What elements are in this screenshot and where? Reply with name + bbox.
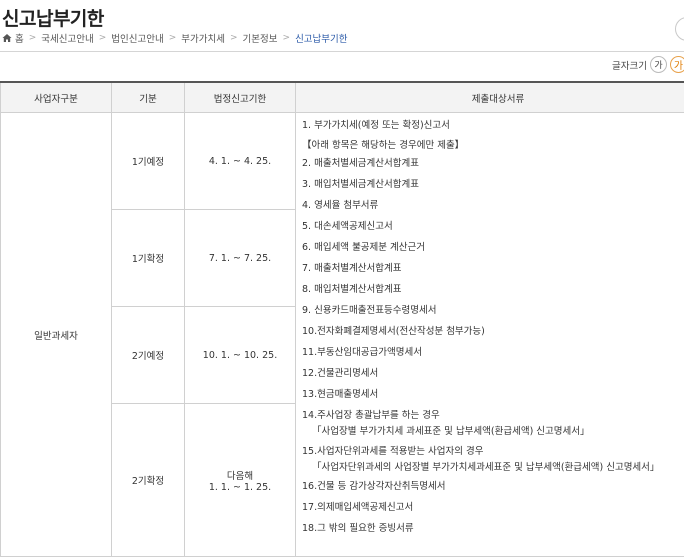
breadcrumb-separator-icon: > <box>29 33 37 43</box>
header-business-type: 사업자구분 <box>1 82 112 113</box>
doc-subitem: 「사업장별 부가가치세 과세표준 및 납부세액(환급세액) 신고명세서」 <box>302 424 684 440</box>
doc-item: 14.주사업장 총괄납부를 하는 경우 <box>302 408 684 424</box>
breadcrumb-item-vat[interactable]: 부가가치세 <box>181 31 225 45</box>
deadline-next-year: 다음해 <box>186 468 294 482</box>
doc-item: 7. 매출처별계산서합계표 <box>302 258 684 279</box>
doc-item: 10.전자화폐결제명세서(전산작성분 첨부가능) <box>302 321 684 342</box>
header-documents: 제출대상서류 <box>296 82 684 113</box>
cell-deadline: 4. 1. ~ 4. 25. <box>185 113 296 210</box>
home-icon[interactable] <box>2 33 12 43</box>
doc-item: 9. 신용카드매출전표등수령명세서 <box>302 300 684 321</box>
doc-item: 17.의제매입세액공제신고서 <box>302 497 684 518</box>
breadcrumb-item-corporate-guide[interactable]: 법인신고안내 <box>111 31 163 45</box>
breadcrumb-current: 신고납부기한 <box>295 31 347 45</box>
header-deadline: 법정신고기한 <box>185 82 296 113</box>
cell-period: 1기예정 <box>112 113 185 210</box>
side-circle-button[interactable] <box>675 17 684 41</box>
cell-period: 2기예정 <box>112 307 185 404</box>
breadcrumb-item-basic-info[interactable]: 기본정보 <box>243 31 278 45</box>
doc-item: 16.건물 등 감가상각자산취득명세서 <box>302 476 684 497</box>
deadline-range: 1. 1. ~ 1. 25. <box>186 482 294 493</box>
cell-documents: 1. 부가가치세(예정 또는 확정)신고서 【아래 항목은 해당하는 경우에만 … <box>296 113 684 557</box>
font-size-increase-button[interactable]: 가 <box>670 56 684 73</box>
breadcrumb-item-tax-guide[interactable]: 국세신고안내 <box>41 31 93 45</box>
breadcrumb-separator-icon: > <box>99 33 107 43</box>
doc-item: 15.사업자단위과세를 적용받는 사업자의 경우 <box>302 444 684 460</box>
doc-item: 13.현금매출명세서 <box>302 384 684 405</box>
breadcrumb-separator-icon: > <box>230 33 238 43</box>
page-title: 신고납부기한 <box>2 4 104 31</box>
filing-deadline-table: 사업자구분 기분 법정신고기한 제출대상서류 일반과세자 1기예정 4. 1. … <box>0 81 684 557</box>
cell-deadline: 7. 1. ~ 7. 25. <box>185 210 296 307</box>
doc-item: 2. 매출처별세금계산서합계표 <box>302 153 684 174</box>
font-size-decrease-button[interactable]: 가 <box>650 56 667 73</box>
doc-item: 12.건물관리명세서 <box>302 363 684 384</box>
table-header-row: 사업자구분 기분 법정신고기한 제출대상서류 <box>1 82 684 113</box>
breadcrumb: 홈 > 국세신고안내 > 법인신고안내 > 부가가치세 > 기본정보 > 신고납… <box>2 31 348 45</box>
cell-deadline: 10. 1. ~ 10. 25. <box>185 307 296 404</box>
header-divider <box>0 51 684 52</box>
breadcrumb-separator-icon: > <box>169 33 177 43</box>
doc-item: 5. 대손세액공제신고서 <box>302 216 684 237</box>
cell-business-type: 일반과세자 <box>1 113 112 557</box>
header-period: 기분 <box>112 82 185 113</box>
doc-item: 3. 매입처별세금계산서합계표 <box>302 174 684 195</box>
font-size-control: 글자크기 가 가 <box>612 56 684 73</box>
doc-subitem: 「사업자단위과세의 사업장별 부가가치세과세표준 및 납부세액(환급세액) 신고… <box>302 460 684 476</box>
doc-item: 18.그 밖의 필요한 증빙서류 <box>302 518 684 539</box>
doc-item: 11.부동산임대공급가액명세서 <box>302 342 684 363</box>
table-row: 일반과세자 1기예정 4. 1. ~ 4. 25. 1. 부가가치세(예정 또는… <box>1 113 684 210</box>
doc-item: 4. 영세율 첨부서류 <box>302 195 684 216</box>
doc-item: 1. 부가가치세(예정 또는 확정)신고서 <box>302 115 684 136</box>
doc-note: 【아래 항목은 해당하는 경우에만 제출】 <box>302 139 684 153</box>
doc-item: 6. 매입세액 불공제분 계산근거 <box>302 237 684 258</box>
cell-period: 2기확정 <box>112 404 185 557</box>
font-size-label: 글자크기 <box>612 58 647 72</box>
breadcrumb-item-home[interactable]: 홈 <box>15 31 24 45</box>
cell-period: 1기확정 <box>112 210 185 307</box>
breadcrumb-separator-icon: > <box>283 33 291 43</box>
cell-deadline: 다음해 1. 1. ~ 1. 25. <box>185 404 296 557</box>
doc-item: 8. 매입처별계산서합계표 <box>302 279 684 300</box>
